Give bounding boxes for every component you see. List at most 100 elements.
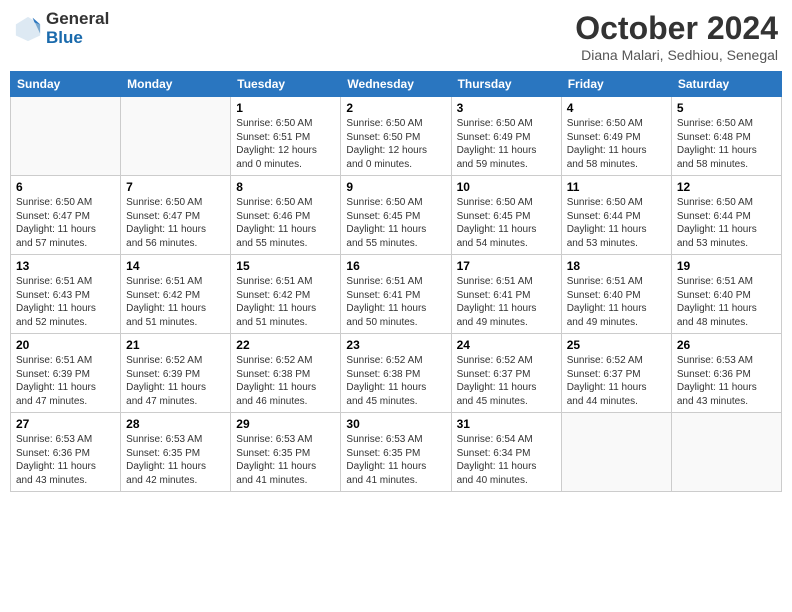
- sunset-text: Sunset: 6:50 PM: [346, 132, 420, 143]
- calendar-cell: [561, 413, 671, 492]
- calendar-cell: 22Sunrise: 6:52 AMSunset: 6:38 PMDayligh…: [231, 334, 341, 413]
- day-number: 19: [677, 259, 776, 273]
- sunset-text: Sunset: 6:40 PM: [567, 290, 641, 301]
- sunrise-text: Sunrise: 6:51 AM: [567, 276, 643, 287]
- day-info: Sunrise: 6:50 AMSunset: 6:46 PMDaylight:…: [236, 196, 335, 250]
- day-number: 24: [457, 338, 556, 352]
- day-number: 11: [567, 180, 666, 194]
- sunrise-text: Sunrise: 6:51 AM: [16, 355, 92, 366]
- calendar-week-4: 20 Sunrise: 6:51 AM Sunset: 6:39 PM Dayligh…: [11, 334, 782, 413]
- day-info: Sunrise: 6:53 AMSunset: 6:36 PMDaylight:…: [16, 433, 115, 487]
- sunset-text: Sunset: 6:36 PM: [16, 448, 90, 459]
- day-info: Sunrise: 6:53 AMSunset: 6:35 PMDaylight:…: [236, 433, 335, 487]
- calendar-cell: 3Sunrise: 6:50 AMSunset: 6:49 PMDaylight…: [451, 97, 561, 176]
- logo-blue: Blue: [46, 29, 109, 48]
- header-saturday: Saturday: [671, 72, 781, 97]
- day-info: Sunrise: 6:53 AMSunset: 6:35 PMDaylight:…: [346, 433, 445, 487]
- day-number: 12: [677, 180, 776, 194]
- sunrise-text: Sunrise: 6:52 AM: [346, 355, 422, 366]
- calendar-cell: 5Sunrise: 6:50 AMSunset: 6:48 PMDaylight…: [671, 97, 781, 176]
- calendar-cell: [671, 413, 781, 492]
- sunrise-text: Sunrise: 6:52 AM: [236, 355, 312, 366]
- calendar-cell: 1Sunrise: 6:50 AMSunset: 6:51 PMDaylight…: [231, 97, 341, 176]
- daylight-text: Daylight: 11 hours and 45 minutes.: [346, 382, 426, 407]
- day-info: Sunrise: 6:51 AMSunset: 6:40 PMDaylight:…: [567, 275, 666, 329]
- sunset-text: Sunset: 6:44 PM: [567, 211, 641, 222]
- day-number: 16: [346, 259, 445, 273]
- header-friday: Friday: [561, 72, 671, 97]
- calendar-cell: 2 Sunrise: 6:50 AM Sunset: 6:50 PM Daylight…: [341, 97, 451, 176]
- sunrise-text: Sunrise: 6:50 AM: [346, 118, 422, 129]
- sunset-text: Sunset: 6:37 PM: [567, 369, 641, 380]
- day-info: Sunrise: 6:52 AMSunset: 6:39 PMDaylight:…: [126, 354, 225, 408]
- day-info: Sunrise: 6:51 AMSunset: 6:42 PMDaylight:…: [126, 275, 225, 329]
- calendar-cell: 12Sunrise: 6:50 AMSunset: 6:44 PMDayligh…: [671, 176, 781, 255]
- day-number: 3: [457, 101, 556, 115]
- day-info: Sunrise: 6:50 AMSunset: 6:44 PMDaylight:…: [567, 196, 666, 250]
- calendar-cell: 29Sunrise: 6:53 AMSunset: 6:35 PMDayligh…: [231, 413, 341, 492]
- day-number: 9: [346, 180, 445, 194]
- header-row: Sunday Monday Tuesday Wednesday Thursday…: [11, 72, 782, 97]
- sunset-text: Sunset: 6:42 PM: [236, 290, 310, 301]
- sunrise-text: Sunrise: 6:52 AM: [457, 355, 533, 366]
- day-info: Sunrise: 6:53 AMSunset: 6:36 PMDaylight:…: [677, 354, 776, 408]
- day-info: Sunrise: 6:51 AMSunset: 6:42 PMDaylight:…: [236, 275, 335, 329]
- calendar-cell: 18Sunrise: 6:51 AMSunset: 6:40 PMDayligh…: [561, 255, 671, 334]
- calendar-cell: 21Sunrise: 6:52 AMSunset: 6:39 PMDayligh…: [121, 334, 231, 413]
- daylight-text: Daylight: 11 hours and 53 minutes.: [567, 224, 647, 249]
- calendar-cell: 25Sunrise: 6:52 AMSunset: 6:37 PMDayligh…: [561, 334, 671, 413]
- calendar-week-2: 6 Sunrise: 6:50 AM Sunset: 6:47 PM Daylight…: [11, 176, 782, 255]
- day-number: 2: [346, 101, 445, 115]
- calendar-cell: 9Sunrise: 6:50 AMSunset: 6:45 PMDaylight…: [341, 176, 451, 255]
- day-info: Sunrise: 6:50 AMSunset: 6:49 PMDaylight:…: [567, 117, 666, 171]
- sunrise-text: Sunrise: 6:50 AM: [16, 197, 92, 208]
- daylight-text: Daylight: 11 hours and 45 minutes.: [457, 382, 537, 407]
- sunrise-text: Sunrise: 6:51 AM: [346, 276, 422, 287]
- daylight-text: Daylight: 11 hours and 58 minutes.: [567, 145, 647, 170]
- calendar-cell: 19Sunrise: 6:51 AMSunset: 6:40 PMDayligh…: [671, 255, 781, 334]
- day-info: Sunrise: 6:52 AMSunset: 6:38 PMDaylight:…: [346, 354, 445, 408]
- calendar-week-3: 13Sunrise: 6:51 AMSunset: 6:43 PMDayligh…: [11, 255, 782, 334]
- day-info: Sunrise: 6:50 AM Sunset: 6:50 PM Daylight:…: [346, 117, 445, 171]
- daylight-text: Daylight: 11 hours and 51 minutes.: [126, 303, 206, 328]
- day-number: 30: [346, 417, 445, 431]
- day-info: Sunrise: 6:50 AMSunset: 6:47 PMDaylight:…: [126, 196, 225, 250]
- location-subtitle: Diana Malari, Sedhiou, Senegal: [575, 47, 778, 63]
- sunset-text: Sunset: 6:49 PM: [567, 132, 641, 143]
- sunset-text: Sunset: 6:39 PM: [16, 369, 90, 380]
- sunrise-text: Sunrise: 6:50 AM: [126, 197, 202, 208]
- day-number: 28: [126, 417, 225, 431]
- sunrise-text: Sunrise: 6:50 AM: [236, 197, 312, 208]
- day-info: Sunrise: 6:51 AMSunset: 6:39 PMDaylight:…: [16, 354, 115, 408]
- header-wednesday: Wednesday: [341, 72, 451, 97]
- sunset-text: Sunset: 6:47 PM: [126, 211, 200, 222]
- day-info: Sunrise: 6:52 AMSunset: 6:38 PMDaylight:…: [236, 354, 335, 408]
- day-number: 20: [16, 338, 115, 352]
- day-number: 6: [16, 180, 115, 194]
- daylight-text: Daylight: 11 hours and 52 minutes.: [16, 303, 96, 328]
- sunset-text: Sunset: 6:39 PM: [126, 369, 200, 380]
- day-info: Sunrise: 6:51 AMSunset: 6:41 PMDaylight:…: [346, 275, 445, 329]
- sunset-text: Sunset: 6:45 PM: [457, 211, 531, 222]
- calendar-cell: 15Sunrise: 6:51 AMSunset: 6:42 PMDayligh…: [231, 255, 341, 334]
- logo: General Blue: [14, 10, 109, 47]
- calendar-cell: 10Sunrise: 6:50 AMSunset: 6:45 PMDayligh…: [451, 176, 561, 255]
- calendar-week-5: 27Sunrise: 6:53 AMSunset: 6:36 PMDayligh…: [11, 413, 782, 492]
- daylight-text: Daylight: 12 hours and 0 minutes.: [346, 145, 427, 170]
- daylight-text: Daylight: 11 hours and 55 minutes.: [236, 224, 316, 249]
- sunset-text: Sunset: 6:41 PM: [346, 290, 420, 301]
- sunset-text: Sunset: 6:44 PM: [677, 211, 751, 222]
- day-number: 31: [457, 417, 556, 431]
- sunrise-text: Sunrise: 6:50 AM: [677, 118, 753, 129]
- day-info: Sunrise: 6:51 AMSunset: 6:43 PMDaylight:…: [16, 275, 115, 329]
- day-info: Sunrise: 6:50 AMSunset: 6:48 PMDaylight:…: [677, 117, 776, 171]
- day-info: Sunrise: 6:52 AMSunset: 6:37 PMDaylight:…: [457, 354, 556, 408]
- logo-general: General: [46, 10, 109, 29]
- header-thursday: Thursday: [451, 72, 561, 97]
- daylight-text: Daylight: 12 hours and 0 minutes.: [236, 145, 317, 170]
- sunset-text: Sunset: 6:34 PM: [457, 448, 531, 459]
- daylight-text: Daylight: 11 hours and 49 minutes.: [457, 303, 537, 328]
- sunrise-text: Sunrise: 6:51 AM: [236, 276, 312, 287]
- sunrise-text: Sunrise: 6:54 AM: [457, 434, 533, 445]
- sunset-text: Sunset: 6:35 PM: [236, 448, 310, 459]
